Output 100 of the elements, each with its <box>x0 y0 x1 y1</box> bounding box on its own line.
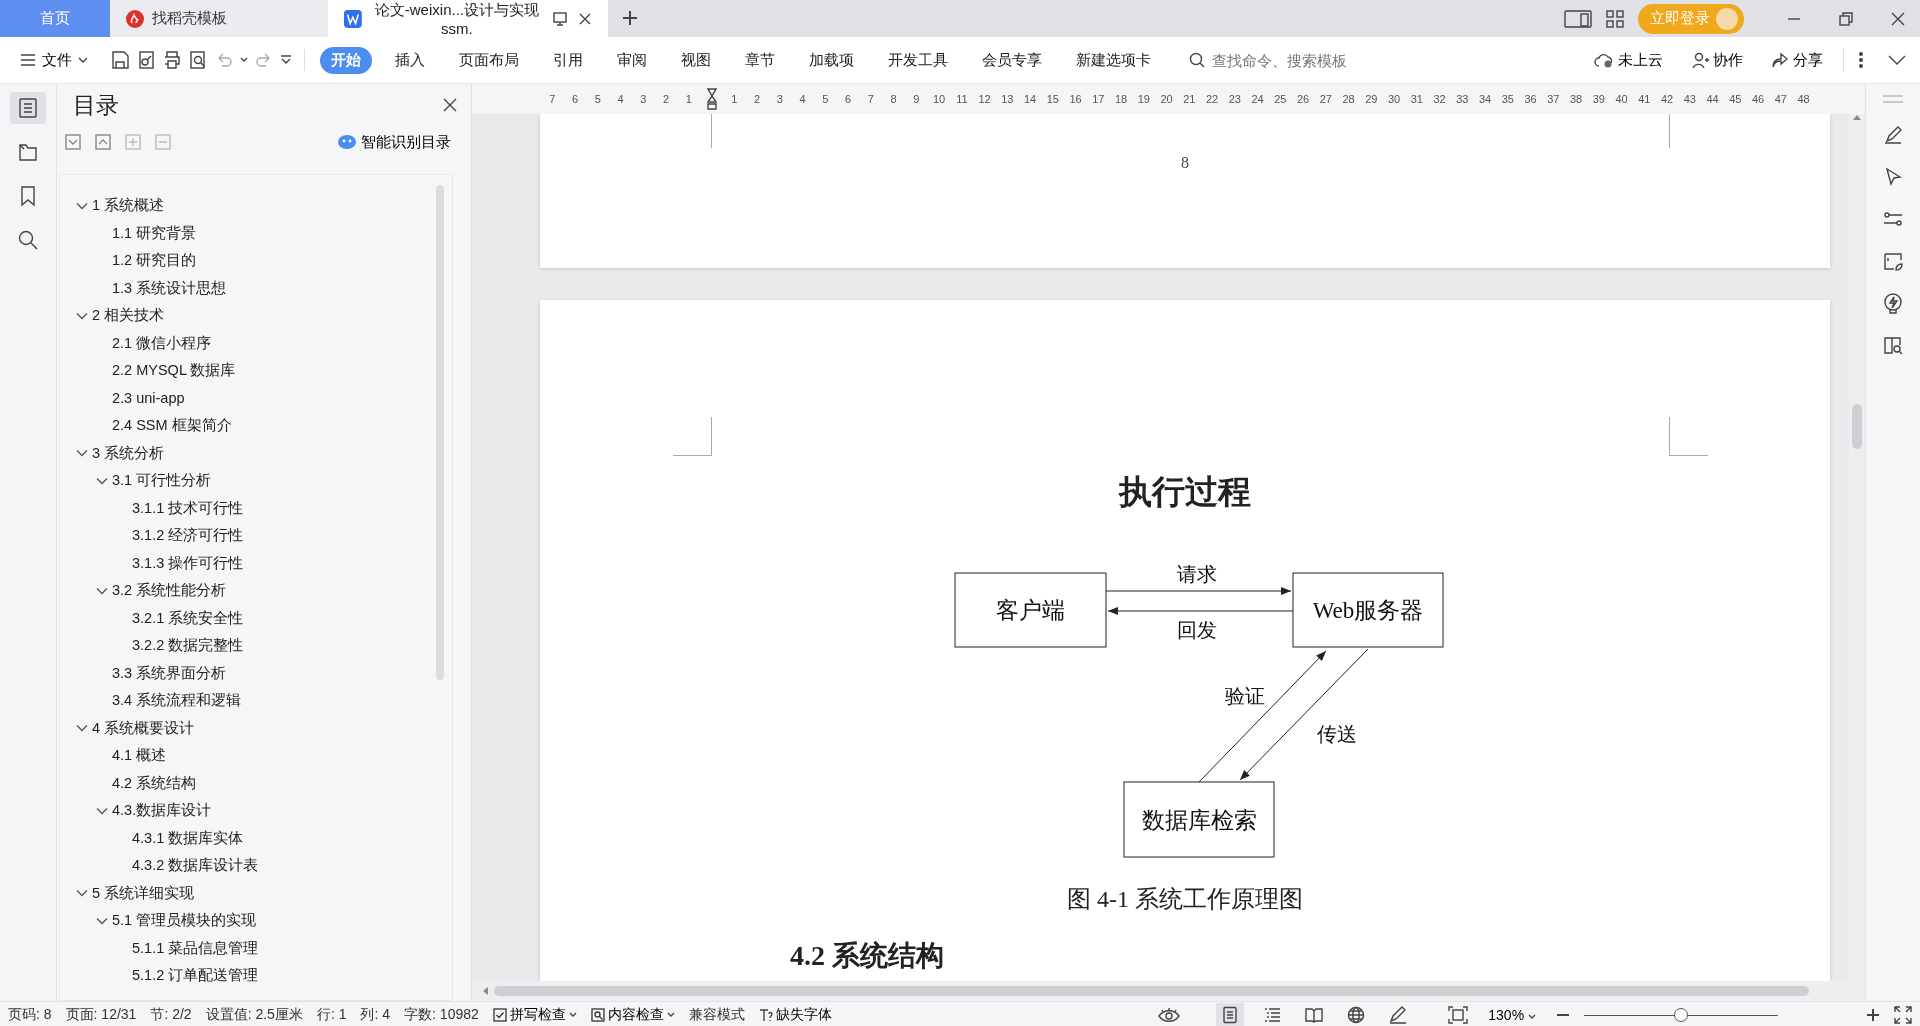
expand-icon[interactable] <box>95 134 111 150</box>
toolbar-action[interactable]: 未上云 <box>1588 49 1669 71</box>
ribbon-tab[interactable]: 页面布局 <box>448 46 530 74</box>
toc-item[interactable]: 2.1 微信小程序 <box>112 333 212 353</box>
chevron-down-icon[interactable] <box>76 724 88 733</box>
toc-item[interactable]: 1 系统概述 <box>92 196 165 216</box>
globe-icon[interactable] <box>1347 1006 1366 1024</box>
indent-marker-icon[interactable] <box>706 88 717 110</box>
lightning-icon[interactable] <box>1882 292 1904 314</box>
status-check-button[interactable]: 拼写检查 <box>492 1006 577 1024</box>
chevron-down-icon[interactable] <box>1888 55 1906 65</box>
document-tab[interactable]: 论文-weixin...设计与实现ssm. <box>328 0 608 37</box>
toc-item[interactable]: 5.1.1 菜品信息管理 <box>132 938 259 958</box>
brush-icon[interactable] <box>1882 124 1904 146</box>
toc-item[interactable]: 5.1 管理员模块的实现 <box>112 911 257 931</box>
chevron-down-icon[interactable] <box>96 916 108 925</box>
monitor-icon[interactable] <box>552 10 568 27</box>
ribbon-tab[interactable]: 新建选项卡 <box>1065 46 1162 74</box>
close-icon[interactable] <box>1890 10 1906 27</box>
folder-icon[interactable] <box>17 141 39 163</box>
toc-item[interactable]: 3.1.1 技术可行性 <box>132 498 244 518</box>
toc-item[interactable]: 5.1.2 订单配送管理 <box>132 966 259 986</box>
toc-item[interactable]: 5 系统详细实现 <box>92 883 195 903</box>
search-field[interactable]: 查找命令、搜索模板 <box>1189 50 1389 70</box>
export-icon[interactable] <box>136 50 156 70</box>
smart-toc-button[interactable]: 智能识别目录 <box>332 131 457 153</box>
chevron-down-icon[interactable] <box>96 806 108 815</box>
missing-fonts-button[interactable]: 缺失字体 <box>758 1006 832 1024</box>
ribbon-tab[interactable]: 章节 <box>734 46 786 74</box>
eye-icon[interactable] <box>1158 1007 1181 1023</box>
collapse-icon[interactable] <box>65 134 81 150</box>
document-tab[interactable]: 找稻壳模板 <box>110 0 328 37</box>
image-icon[interactable] <box>1882 250 1904 272</box>
toc-item[interactable]: 3.2 系统性能分析 <box>112 581 227 601</box>
ribbon-tab[interactable]: 审阅 <box>606 46 658 74</box>
toc-item[interactable]: 3.1.2 经济可行性 <box>132 526 244 546</box>
save-icon[interactable] <box>110 50 130 70</box>
toc-item[interactable]: 3.2.2 数据完整性 <box>132 636 244 656</box>
chevron-down-icon[interactable] <box>76 449 88 458</box>
toc-item[interactable]: 4.3.数据库设计 <box>112 801 212 821</box>
toc-item[interactable]: 1.2 研究目的 <box>112 251 197 271</box>
print-icon[interactable] <box>162 50 182 70</box>
scrollbar-thumb[interactable] <box>494 986 1809 996</box>
toolbar-action[interactable]: 分享 <box>1765 49 1829 71</box>
list-icon[interactable] <box>17 97 39 119</box>
toc-item[interactable]: 2 相关技术 <box>92 306 165 326</box>
toc-item[interactable]: 3.2.1 系统安全性 <box>132 608 244 628</box>
chevron-down-icon[interactable] <box>96 476 108 485</box>
ribbon-tab[interactable]: 会员专享 <box>971 46 1053 74</box>
close-icon[interactable] <box>578 11 592 26</box>
ribbon-tab[interactable]: 插入 <box>384 46 436 74</box>
chevron-down-icon[interactable] <box>76 889 88 898</box>
toc-item[interactable]: 1.1 研究背景 <box>112 223 197 243</box>
toc-item[interactable]: 4 系统概要设计 <box>92 718 195 738</box>
toc-item[interactable]: 2.2 MYSQL 数据库 <box>112 361 236 381</box>
preview-icon[interactable] <box>188 50 208 70</box>
tablet-icon[interactable] <box>1564 9 1592 28</box>
toc-item[interactable]: 3 系统分析 <box>92 443 165 463</box>
slider-thumb[interactable] <box>1674 1008 1688 1022</box>
ribbon-tab[interactable]: 开发工具 <box>877 46 959 74</box>
toc-item[interactable]: 4.3.2 数据库设计表 <box>132 856 259 876</box>
scrollbar-thumb[interactable] <box>436 185 444 680</box>
scrollbar-thumb[interactable] <box>1852 404 1862 449</box>
grid-icon[interactable] <box>1606 9 1624 28</box>
arrow-left-icon[interactable] <box>482 987 488 995</box>
ribbon-tab[interactable]: 视图 <box>670 46 722 74</box>
chevron-down-icon[interactable] <box>96 586 108 595</box>
toc-item[interactable]: 3.1.3 操作可行性 <box>132 553 244 573</box>
toc-item[interactable]: 4.2 系统结构 <box>112 773 197 793</box>
chevron-down-icon[interactable] <box>76 201 88 210</box>
caret-icon[interactable] <box>240 57 248 63</box>
more-icon[interactable] <box>1858 51 1864 69</box>
page-icon[interactable] <box>1221 1006 1240 1024</box>
toolbar-action[interactable]: 协作 <box>1685 49 1749 71</box>
search-icon[interactable] <box>17 229 39 251</box>
file-menu[interactable]: 文件 <box>14 49 94 71</box>
status-check-button[interactable]: 内容检查 <box>590 1006 675 1024</box>
toc-item[interactable]: 2.4 SSM 框架简介 <box>112 416 232 436</box>
sidebar-button[interactable] <box>10 92 46 124</box>
chevron-down-icon[interactable] <box>76 311 88 320</box>
dropdown-icon[interactable] <box>280 55 292 65</box>
view-mode-button[interactable] <box>1216 1003 1245 1026</box>
zoom-in-icon[interactable] <box>1866 1008 1880 1022</box>
ribbon-tab[interactable]: 加载项 <box>798 46 865 74</box>
restore-icon[interactable] <box>1838 10 1854 27</box>
book-search-icon[interactable] <box>1882 334 1904 356</box>
outline-icon[interactable] <box>1263 1006 1282 1024</box>
toc-item[interactable]: 1.3 系统设计思想 <box>112 278 227 298</box>
toc-item[interactable]: 3.1 可行性分析 <box>112 471 212 491</box>
ribbon-tab[interactable]: 引用 <box>542 46 594 74</box>
toc-item[interactable]: 3.3 系统界面分析 <box>112 663 227 683</box>
fit-page-icon[interactable] <box>1448 1006 1469 1024</box>
fullscreen-icon[interactable] <box>1894 1006 1912 1024</box>
close-icon[interactable] <box>443 98 457 112</box>
zoom-level-button[interactable]: 130% <box>1482 1006 1542 1024</box>
toc-item[interactable]: 2.3 uni-app <box>112 390 185 407</box>
toc-item[interactable]: 4.3.1 数据库实体 <box>132 828 244 848</box>
arrow-up-icon[interactable] <box>1853 114 1861 120</box>
toc-item[interactable]: 3.4 系统流程和逻辑 <box>112 691 242 711</box>
toc-item[interactable]: 4.1 概述 <box>112 746 167 766</box>
